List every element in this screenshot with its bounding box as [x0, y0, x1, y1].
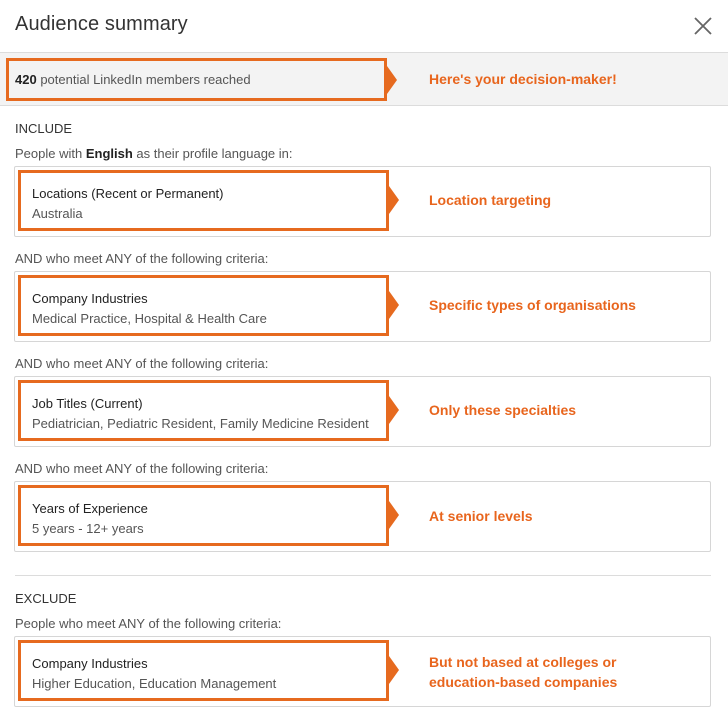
annotation-box-reach: [6, 58, 387, 101]
close-icon: [694, 17, 712, 35]
annotation-arrow-experience: [389, 501, 399, 529]
annotation-box-job-titles: [18, 380, 389, 441]
annotation-text-job-titles: Only these specialties: [429, 402, 577, 418]
annotation-text-experience: At senior levels: [429, 508, 533, 524]
criteria-connector-text: AND who meet ANY of the following criter…: [15, 356, 269, 371]
annotation-box-experience: [18, 485, 389, 546]
exclude-label: EXCLUDE: [15, 591, 77, 606]
annotation-box-exclude: [18, 640, 389, 701]
annotation-arrow-industries: [389, 291, 399, 319]
criteria-connector-text: AND who meet ANY of the following criter…: [15, 461, 269, 476]
criteria-connector-text: AND who meet ANY of the following criter…: [15, 251, 269, 266]
annotation-box-industries: [18, 275, 389, 336]
annotation-text-exclude-line2: education-based companies: [429, 674, 618, 690]
annotation-arrow-reach: [387, 66, 397, 94]
language-criteria-text: People with English as their profile lan…: [15, 146, 293, 161]
annotation-text-reach: Here's your decision-maker!: [429, 71, 617, 87]
dialog-title: Audience summary: [15, 13, 188, 35]
close-button[interactable]: [690, 13, 716, 39]
section-divider: [15, 575, 711, 576]
annotation-text-industries: Specific types of organisations: [429, 297, 636, 313]
annotation-text-exclude-line1: But not based at colleges or: [429, 654, 617, 670]
dialog-header: Audience summary: [0, 0, 728, 53]
annotation-arrow-exclude: [389, 656, 399, 684]
include-label: INCLUDE: [15, 121, 73, 136]
exclude-criteria-text: People who meet ANY of the following cri…: [15, 616, 282, 631]
annotation-box-locations: [18, 170, 389, 231]
annotation-text-locations: Location targeting: [429, 192, 552, 208]
annotation-arrow-job-titles: [389, 396, 399, 424]
annotation-arrow-locations: [389, 186, 399, 214]
